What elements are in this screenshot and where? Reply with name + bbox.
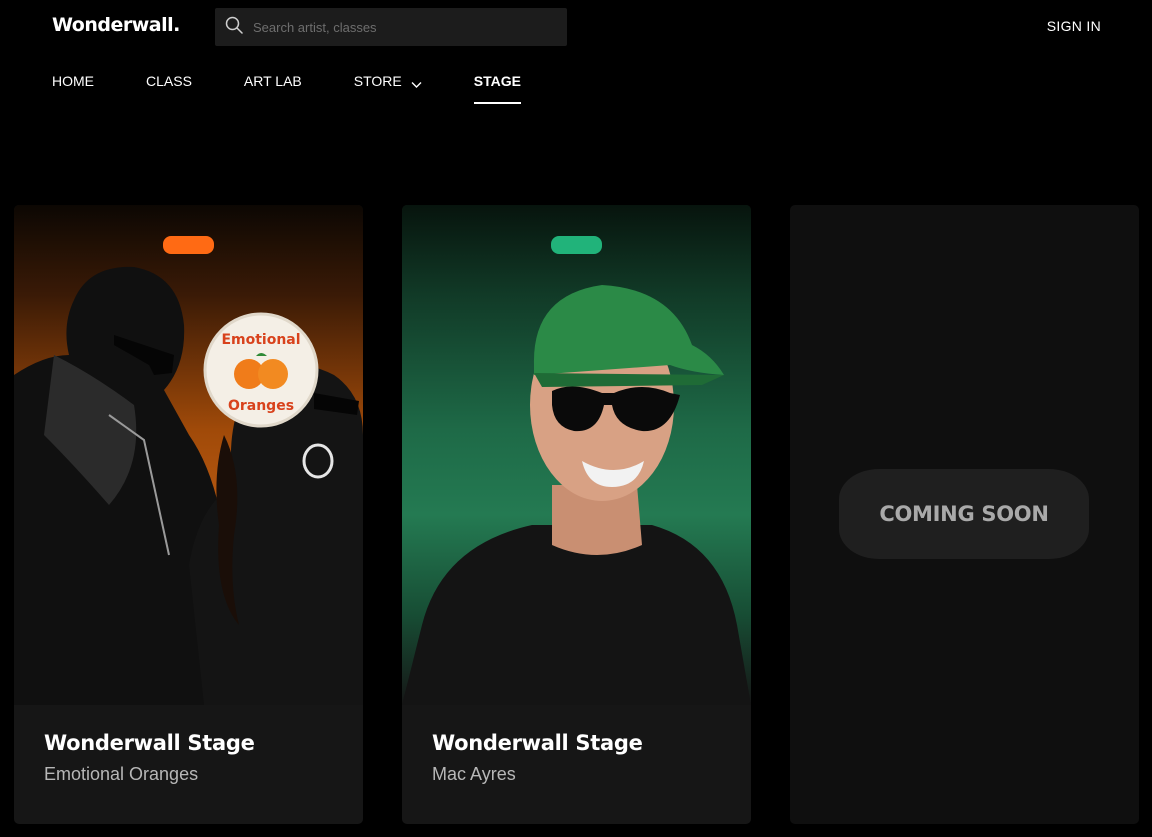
artist-photo bbox=[402, 205, 751, 705]
artist-photo: Emotional Oranges bbox=[14, 205, 363, 705]
stage-card-coming-soon: COMING SOON bbox=[790, 205, 1139, 824]
card-title: Wonderwall Stage bbox=[432, 731, 643, 755]
card-title: Wonderwall Stage bbox=[44, 731, 255, 755]
nav-item-label: STAGE bbox=[473, 73, 521, 89]
stage-card-mac-ayres[interactable]: Wonderwall Stage Mac Ayres bbox=[402, 205, 751, 824]
nav-item-label: STORE bbox=[353, 73, 402, 89]
top-header: Wonderwall. SIGN IN HOME CLASS ART LAB S… bbox=[0, 0, 1152, 120]
search-input[interactable] bbox=[253, 19, 543, 35]
sign-in-link[interactable]: SIGN IN bbox=[1047, 18, 1101, 34]
search-bar[interactable] bbox=[215, 8, 567, 46]
artist-photo-silhouette bbox=[14, 266, 363, 705]
card-artist-name: Mac Ayres bbox=[432, 764, 516, 784]
nav-item-label: CLASS bbox=[146, 73, 192, 89]
stage-card-list: Emotional Oranges Wonderwall Stage Emoti… bbox=[14, 205, 1139, 824]
category-badge bbox=[163, 236, 214, 254]
sticker-text-top: Emotional bbox=[221, 332, 300, 348]
nav-item-home[interactable]: HOME bbox=[52, 72, 94, 104]
search-icon[interactable] bbox=[225, 16, 243, 39]
logo[interactable]: Wonderwall. bbox=[52, 14, 180, 36]
nav-item-label: ART LAB bbox=[243, 73, 302, 89]
nav-item-stage[interactable]: STAGE bbox=[473, 72, 522, 104]
main-nav: HOME CLASS ART LAB STORE STAGE bbox=[52, 72, 522, 104]
nav-item-label: HOME bbox=[52, 73, 94, 89]
card-artist-name: Emotional Oranges bbox=[44, 764, 199, 784]
nav-item-store[interactable]: STORE bbox=[354, 72, 422, 104]
category-badge bbox=[551, 236, 602, 254]
coming-soon-label: COMING SOON bbox=[879, 502, 1049, 526]
chevron-down-icon bbox=[411, 75, 422, 93]
nav-item-art-lab[interactable]: ART LAB bbox=[244, 72, 302, 104]
artist-photo-silhouette bbox=[402, 285, 751, 705]
nav-item-class[interactable]: CLASS bbox=[146, 72, 192, 104]
coming-soon-badge: COMING SOON bbox=[839, 469, 1089, 559]
stage-card-emotional-oranges[interactable]: Emotional Oranges Wonderwall Stage Emoti… bbox=[14, 205, 363, 824]
emotional-oranges-sticker: Emotional Oranges bbox=[203, 312, 319, 428]
sticker-text-bottom: Oranges bbox=[228, 398, 294, 414]
